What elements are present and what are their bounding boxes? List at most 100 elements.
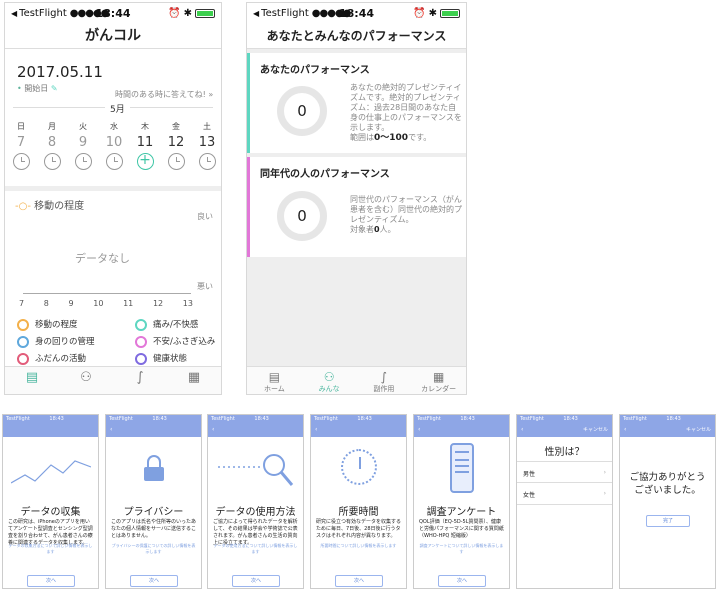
chevron-right-icon: › xyxy=(603,469,606,476)
tab-side-effects[interactable]: ∫ xyxy=(113,367,167,394)
tab-label: ホーム xyxy=(263,385,285,393)
performance-screen: ◀ TestFlight ●●●●● 18:44 ⏰ ✱ あなたとみんなのパフォー… xyxy=(246,2,467,395)
learn-more-link[interactable]: プライバシーの保護についての詳しい情報を表示します xyxy=(111,543,196,555)
tick-label: 12 xyxy=(152,299,164,308)
tab-people[interactable]: ⚇ みんな xyxy=(302,367,357,394)
option-row[interactable]: 女性 › xyxy=(517,483,612,505)
home-screen: ◀ TestFlight ●●●●● 18:44 ⏰ ✱ がんコル 2017.05… xyxy=(4,2,222,395)
learn-more-link[interactable]: データの収集方法について詳しい情報を表示します xyxy=(8,543,93,555)
start-label: 開始日 xyxy=(24,84,49,93)
legend-item[interactable]: 痛み/不快感 xyxy=(135,317,198,333)
nav-bar: ‹ xyxy=(414,425,509,437)
option-row[interactable]: 男性 › xyxy=(517,461,612,483)
carrier-label: TestFlight xyxy=(314,416,338,422)
legend-label: 移動の程度 xyxy=(35,320,78,330)
next-button[interactable]: 次へ xyxy=(130,575,178,587)
tick-label: 7 xyxy=(19,299,25,308)
next-button[interactable]: 次へ xyxy=(232,575,280,587)
day-column[interactable]: 日7 xyxy=(8,121,34,170)
legend-item[interactable]: 不安/ふさぎ込み xyxy=(135,334,215,350)
legend-dot-icon xyxy=(17,352,29,365)
legend-label: 健康状態 xyxy=(153,354,188,364)
legend-label: 不安/ふさぎ込み xyxy=(153,337,216,347)
clock-label: 18:43 xyxy=(460,416,475,422)
carrier-label: TestFlight xyxy=(6,416,30,422)
tab-calendar[interactable]: ▦ xyxy=(167,367,221,394)
good-label: 良い xyxy=(197,212,213,221)
legend-item[interactable]: 健康状態 xyxy=(135,351,187,367)
clock-icon[interactable] xyxy=(12,153,30,170)
day-number: 11 xyxy=(136,135,154,150)
back-chevron-icon[interactable]: ‹ xyxy=(212,426,214,433)
metric-header[interactable]: -○- 移動の程度 xyxy=(15,197,84,212)
cancel-button[interactable]: キャンセル xyxy=(583,426,608,433)
back-chevron-icon[interactable]: ‹ xyxy=(418,426,420,433)
alarm-icon: ⏰ xyxy=(168,7,181,19)
next-button[interactable]: 次へ xyxy=(438,575,486,587)
answer-prompt-link[interactable]: 時間のある時に答えてね! » xyxy=(115,89,213,100)
learn-more-link[interactable]: 調査アンケートについて詳しい情報を表示します xyxy=(419,543,504,555)
legend-item[interactable]: 身の回りの管理 xyxy=(17,334,95,350)
clock-icon[interactable] xyxy=(74,153,92,170)
cancel-button[interactable]: キャンセル xyxy=(686,426,711,433)
tick-label: 8 xyxy=(43,299,49,308)
next-button[interactable]: 次へ xyxy=(27,575,75,587)
learn-more-link[interactable]: データの使用方法について詳しい情報を表示します xyxy=(213,543,298,555)
tab-people[interactable]: ⚇ xyxy=(59,367,113,394)
magnifier-icon xyxy=(218,454,294,486)
clock-icon[interactable] xyxy=(167,153,185,170)
back-chevron-icon[interactable]: ‹ xyxy=(110,426,112,433)
next-button[interactable]: 次へ xyxy=(335,575,383,587)
tab-label: みんな xyxy=(318,385,340,393)
answer-prompt: 時間のある時に答えてね! xyxy=(115,90,206,99)
learn-more-link[interactable]: 所要時間について詳しい情報を表示します xyxy=(316,543,401,549)
clock-icon[interactable] xyxy=(105,153,123,170)
done-button[interactable]: 完了 xyxy=(646,515,690,527)
chevron-right-icon: › xyxy=(603,490,606,497)
people-icon: ⚇ xyxy=(80,370,92,385)
carrier-label: TestFlight xyxy=(417,416,441,422)
back-chevron-icon[interactable]: ‹ xyxy=(315,426,317,433)
day-column[interactable]: 土 13 xyxy=(194,121,220,170)
status-bar: TestFlight 18:43 xyxy=(414,415,509,425)
carrier-label: TestFlight xyxy=(211,416,235,422)
section-divider xyxy=(5,186,221,191)
onboard-screen-time-required: TestFlight 18:43 ‹ 所要時間 研究に役立つ有効なデータを収集す… xyxy=(310,414,407,589)
no-data-label: データなし xyxy=(75,252,130,265)
legend-dot-icon xyxy=(17,318,29,331)
pencil-icon[interactable]: ✎ xyxy=(51,84,58,93)
legend-item[interactable]: 移動の程度 xyxy=(17,317,78,333)
bluetooth-icon: ✱ xyxy=(183,7,192,19)
legend-item[interactable]: ふだんの活動 xyxy=(17,351,86,367)
tab-side-effects[interactable]: ∫ 副作用 xyxy=(357,367,412,394)
day-column[interactable]: 水 10 xyxy=(101,121,127,170)
count-prefix: 対象者 xyxy=(350,225,374,234)
bluetooth-icon: ✱ xyxy=(428,7,437,19)
start-date-row: • 開始日 ✎ xyxy=(17,83,58,94)
bad-label: 悪い xyxy=(197,282,213,291)
stethoscope-icon: ∫ xyxy=(136,370,144,385)
option-label: 男性 xyxy=(523,471,536,478)
clock-icon[interactable] xyxy=(198,153,216,170)
tab-home[interactable]: ▤ xyxy=(5,367,59,394)
chart-line-icon xyxy=(11,460,91,484)
tab-calendar[interactable]: ▦ カレンダー xyxy=(411,367,466,394)
weekday-label: 水 xyxy=(110,122,118,131)
weekday-label: 土 xyxy=(203,122,211,131)
tab-home[interactable]: ▤ ホーム xyxy=(247,367,302,394)
clock-label: 18:43 xyxy=(666,416,681,422)
onboard-title: データの使用方法 xyxy=(215,507,296,518)
onboard-screen-gender: TestFlight 18:43 ‹ キャンセル 性別は？ 男性 › 女性 › xyxy=(516,414,613,589)
add-entry-icon[interactable]: + xyxy=(136,153,154,170)
day-column[interactable]: 火9 xyxy=(70,121,96,170)
back-chevron-icon[interactable]: ‹ xyxy=(624,426,626,433)
day-column[interactable]: 月8 xyxy=(39,121,65,170)
clock-icon[interactable] xyxy=(43,153,61,170)
tab-bar: ▤ ⚇ ∫ ▦ xyxy=(5,366,221,394)
legend-label: 身の回りの管理 xyxy=(35,337,95,347)
score-ring: 0 xyxy=(277,191,327,241)
day-column[interactable]: 金 12 xyxy=(163,121,189,170)
day-column-today[interactable]: 木 11 + xyxy=(132,121,158,170)
day-number: 9 xyxy=(78,135,88,150)
back-chevron-icon[interactable]: ‹ xyxy=(521,426,523,433)
